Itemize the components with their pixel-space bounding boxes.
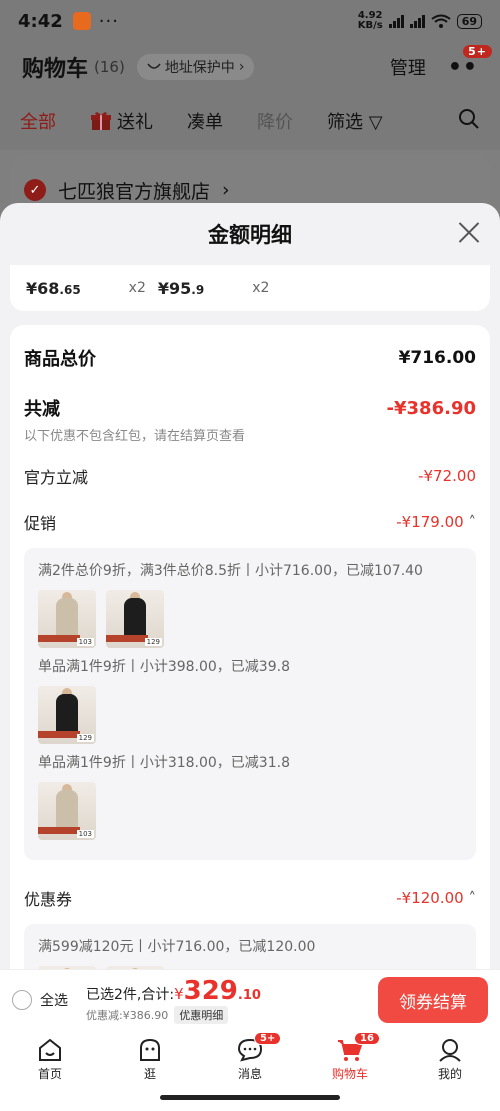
tab-filter[interactable]: 筛选 ▽ [327,108,383,134]
browse-icon [140,1038,160,1061]
more-icon: •• [447,54,478,80]
cart-badge: 16 [354,1032,380,1045]
tab-price-drop[interactable]: 降价 [257,108,293,134]
promo-value: -¥179.00 [396,513,464,531]
battery-icon: 69 [456,13,482,29]
cart-count: (16) [94,58,125,76]
total-label: 商品总价 [24,349,96,370]
coupon-value: -¥120.00 [396,889,464,907]
promo-detail-box: 满2件总价9折，满3件总价8.5折丨小计716.00，已减107.40 103 … [24,548,476,860]
store-name: 七匹狼官方旗舰店 [58,180,211,203]
select-all-radio[interactable] [12,990,32,1010]
checkout-button[interactable]: 领券结算 [378,977,488,1023]
amount-detail-card: 商品总价 ¥716.00 共减 -¥386.90 以下优惠不包含红包，请在结算页… [10,325,490,969]
messages-badge: 5+ [254,1032,282,1045]
coupon-detail-box: 满599减120元丨小计716.00，已减120.00 [24,924,476,969]
checkout-bar: 全选 已选2件,合计: ¥ 329 .10 优惠减:¥386.90 优惠明细 领… [0,969,500,1030]
item-price-strip: ¥68.65 x2 ¥95.9 x2 [10,265,490,311]
cart-header: 购物车 (16) 地址保护中 › 管理 •• 5+ [0,42,500,92]
reduce-value: -¥386.90 [386,397,476,419]
gift-icon [91,112,111,130]
promo-rule-2: 单品满1件9折丨小计398.00，已减39.8 [38,659,290,675]
product-thumb-pants[interactable]: 103 [38,782,96,840]
total-amount-decimal: .10 [237,988,261,1003]
search-button[interactable] [458,108,480,135]
discount-detail-button[interactable]: 优惠明细 [174,1006,229,1024]
page-title: 购物车 [22,57,89,82]
home-icon [39,1038,61,1061]
chevron-right-icon: › [222,179,230,201]
wifi-icon [431,14,451,28]
selected-text: 已选2件,合计: [86,987,175,1003]
sheet-title: 金额明细 [208,223,292,247]
more-notifications-icon: ··· [98,10,119,32]
profile-icon [439,1039,461,1062]
home-indicator[interactable] [160,1095,340,1100]
promo-row[interactable]: 促销 -¥179.00 ˄ [24,510,476,534]
official-discount-value: -¥72.00 [418,467,476,485]
tab-all[interactable]: 全部 [20,108,56,134]
coupon-rule: 满599减120元丨小计716.00，已减120.00 [38,939,316,955]
product-thumb-shirt[interactable]: 129 [38,686,96,744]
status-time: 4:42 [18,10,63,32]
total-amount: 329 [183,976,238,1006]
promo-rule-3: 单品满1件9折丨小计318.00，已减31.8 [38,755,290,771]
more-menu-button[interactable]: •• 5+ [447,44,492,80]
item-price-1: ¥68.65 [26,278,81,298]
chevron-up-icon: ˄ [468,889,477,907]
select-all-label[interactable]: 全选 [40,990,68,1010]
official-discount-label: 官方立减 [24,468,89,487]
amount-detail-sheet: 金额明细 ¥68.65 x2 ¥95.9 x2 商品总价 ¥716.00 共减 … [0,203,500,969]
filter-tabs: 全部 送礼 凑单 降价 筛选 ▽ [0,92,500,150]
tab-combine[interactable]: 凑单 [187,108,223,134]
item-qty-2: x2 [252,280,270,296]
currency-symbol: ¥ [174,985,184,1003]
status-bar: 4:42 ··· 4.92 KB/s 69 [0,0,500,42]
bottom-tab-bar: 首页 逛 消息 5+ 购物车 16 我的 [0,1030,500,1090]
tab-home[interactable]: 首页 [20,1038,80,1082]
app-notification-icon [72,12,91,30]
tab-gift[interactable]: 送礼 [90,108,153,134]
product-thumb-shirt[interactable]: 129 [106,590,164,648]
signal-icon [388,14,404,28]
filter-icon: ▽ [368,112,383,133]
smile-icon [147,63,161,69]
manage-button[interactable]: 管理 [390,54,426,80]
gesture-area [0,1090,500,1111]
promo-label: 促销 [24,514,57,533]
network-speed: 4.92 KB/s [357,10,383,31]
chevron-right-icon: › [238,59,245,75]
tab-messages[interactable]: 消息 5+ [220,1032,282,1082]
coupon-label: 优惠券 [24,890,73,909]
tab-cart[interactable]: 购物车 16 [320,1032,380,1082]
total-value: ¥716.00 [398,348,476,368]
promo-rule-1: 满2件总价9折，满3件总价8.5折丨小计716.00，已减107.40 [38,563,423,579]
tab-browse[interactable]: 逛 [120,1038,180,1082]
tab-mine[interactable]: 我的 [420,1038,480,1082]
store-check-icon[interactable]: ✓ [24,179,46,201]
item-qty-1: x2 [128,280,146,296]
search-icon [459,108,479,129]
checkout-summary: 已选2件,合计: ¥ 329 .10 优惠减:¥386.90 优惠明细 [86,976,261,1024]
reduce-label: 共减 [24,399,60,420]
discount-text: 优惠减:¥386.90 [86,1009,169,1022]
reduce-hint: 以下优惠不包含红包，请在结算页查看 [24,429,246,444]
item-price-2: ¥95.9 [157,278,205,298]
close-icon[interactable] [458,221,480,243]
address-protect-chip[interactable]: 地址保护中 › [136,54,255,80]
chevron-up-icon: ˄ [468,513,477,531]
coupon-row[interactable]: 优惠券 -¥120.00 ˄ [24,886,476,910]
more-badge: 5+ [463,44,492,58]
product-thumb-pants[interactable]: 103 [38,590,96,648]
signal-icon-2 [409,14,425,28]
